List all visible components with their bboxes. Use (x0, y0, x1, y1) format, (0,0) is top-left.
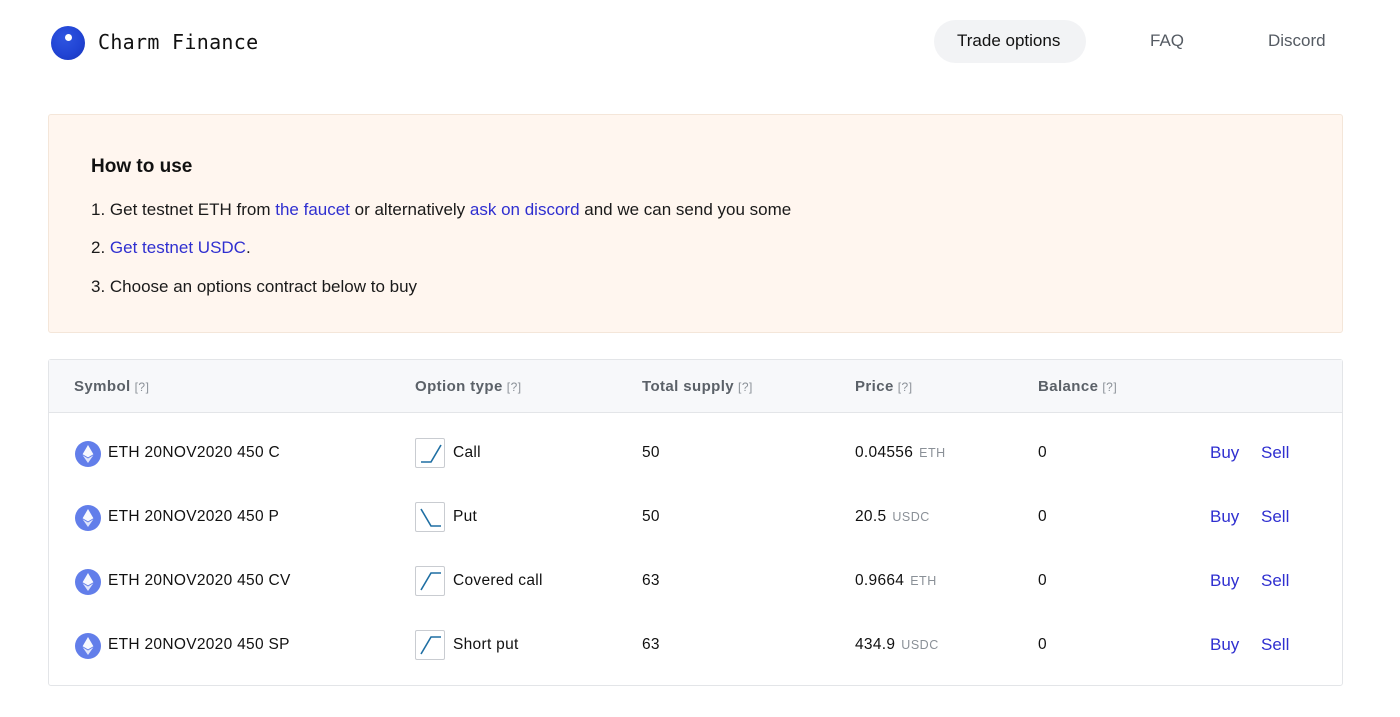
balance-cell: 0 (1038, 508, 1047, 525)
step-2-suffix: . (245, 238, 251, 257)
ethereum-icon (75, 441, 101, 467)
table-header: Symbol [?] Option type [?] Total supply [?]… (49, 360, 1342, 413)
balance-help[interactable]: [?] (1102, 380, 1117, 394)
step-1-suffix: and we can send you some (579, 200, 792, 219)
price-value: 0.04556 (855, 444, 914, 461)
price-cell: 0.04556 ETH (855, 444, 946, 462)
total-supply-cell: 50 (642, 508, 660, 525)
sell-button[interactable]: Sell (1261, 507, 1289, 527)
sell-button[interactable]: Sell (1261, 443, 1289, 463)
buy-button[interactable]: Buy (1210, 443, 1239, 463)
symbol-cell: ETH 20NOV2020 450 P (108, 508, 280, 525)
call-payoff-icon (415, 438, 445, 468)
ethereum-icon (75, 569, 101, 595)
price-unit: USDC (892, 510, 930, 524)
table-row: ETH 20NOV2020 450 C Call 50 0.04556 ETH 0… (49, 421, 1342, 485)
table-row: ETH 20NOV2020 450 P Put 50 20.5 USDC 0 Bu… (49, 485, 1342, 549)
how-to-use-panel: How to use 1. Get testnet ETH from the f… (48, 114, 1343, 333)
ethereum-icon (75, 505, 101, 531)
col-price-label: Price (855, 378, 894, 395)
price-cell: 0.9664 ETH (855, 572, 937, 590)
logo-highlight (65, 34, 72, 41)
sell-button[interactable]: Sell (1261, 571, 1289, 591)
col-balance: Balance [?] (1038, 378, 1117, 395)
price-value: 0.9664 (855, 572, 905, 589)
short-put-payoff-icon (415, 630, 445, 660)
top-header: Charm Finance Trade options FAQ Discord (0, 0, 1400, 90)
total-supply-cell: 50 (642, 444, 660, 461)
option-type-cell: Short put (453, 636, 519, 653)
table-row: ETH 20NOV2020 450 SP Short put 63 434.9 U… (49, 613, 1342, 677)
discord-link[interactable]: ask on discord (470, 200, 580, 219)
buy-button[interactable]: Buy (1210, 571, 1239, 591)
col-total-supply: Total supply [?] (642, 378, 753, 395)
total-supply-help[interactable]: [?] (738, 380, 753, 394)
step-1-middle: or alternatively (349, 200, 470, 219)
symbol-cell: ETH 20NOV2020 450 CV (108, 572, 291, 589)
col-balance-label: Balance (1038, 378, 1099, 395)
how-to-use-title: How to use (91, 156, 193, 177)
price-value: 20.5 (855, 508, 887, 525)
charm-logo-icon[interactable] (51, 26, 85, 60)
nav-trade-options[interactable]: Trade options (957, 31, 1060, 51)
col-price: Price [?] (855, 378, 913, 395)
option-type-cell: Call (453, 444, 481, 461)
option-type-cell: Covered call (453, 572, 543, 589)
col-symbol-label: Symbol (74, 378, 131, 395)
col-option-type-label: Option type (415, 378, 503, 395)
total-supply-cell: 63 (642, 636, 660, 653)
price-unit: ETH (910, 574, 937, 588)
col-total-supply-label: Total supply (642, 378, 735, 395)
faucet-link[interactable]: the faucet (275, 200, 350, 219)
sell-button[interactable]: Sell (1261, 635, 1289, 655)
balance-cell: 0 (1038, 636, 1047, 653)
nav-discord[interactable]: Discord (1268, 31, 1326, 51)
step-1: 1. Get testnet ETH from the faucet or al… (91, 200, 791, 220)
col-symbol: Symbol [?] (74, 378, 149, 395)
buy-button[interactable]: Buy (1210, 635, 1239, 655)
price-unit: USDC (901, 638, 939, 652)
options-table: Symbol [?] Option type [?] Total supply [?]… (48, 359, 1343, 686)
step-1-prefix: 1. Get testnet ETH from (91, 200, 276, 219)
covered-call-payoff-icon (415, 566, 445, 596)
balance-cell: 0 (1038, 572, 1047, 589)
price-unit: ETH (919, 446, 946, 460)
price-cell: 20.5 USDC (855, 508, 930, 526)
ethereum-icon (75, 633, 101, 659)
put-payoff-icon (415, 502, 445, 532)
buy-button[interactable]: Buy (1210, 507, 1239, 527)
symbol-cell: ETH 20NOV2020 450 C (108, 444, 280, 461)
step-2: 2. Get testnet USDC. (91, 238, 251, 258)
get-usdc-link[interactable]: Get testnet USDC (110, 238, 246, 257)
nav-faq[interactable]: FAQ (1150, 31, 1184, 51)
brand-name[interactable]: Charm Finance (98, 30, 258, 54)
symbol-cell: ETH 20NOV2020 450 SP (108, 636, 290, 653)
symbol-help[interactable]: [?] (135, 380, 150, 394)
option-type-help[interactable]: [?] (507, 380, 522, 394)
price-help[interactable]: [?] (898, 380, 913, 394)
step-3: 3. Choose an options contract below to b… (91, 277, 418, 296)
col-option-type: Option type [?] (415, 378, 522, 395)
option-type-cell: Put (453, 508, 478, 525)
step-2-prefix: 2. (91, 238, 110, 257)
balance-cell: 0 (1038, 444, 1047, 461)
total-supply-cell: 63 (642, 572, 660, 589)
price-value: 434.9 (855, 636, 896, 653)
table-row: ETH 20NOV2020 450 CV Covered call 63 0.9… (49, 549, 1342, 613)
price-cell: 434.9 USDC (855, 636, 939, 654)
